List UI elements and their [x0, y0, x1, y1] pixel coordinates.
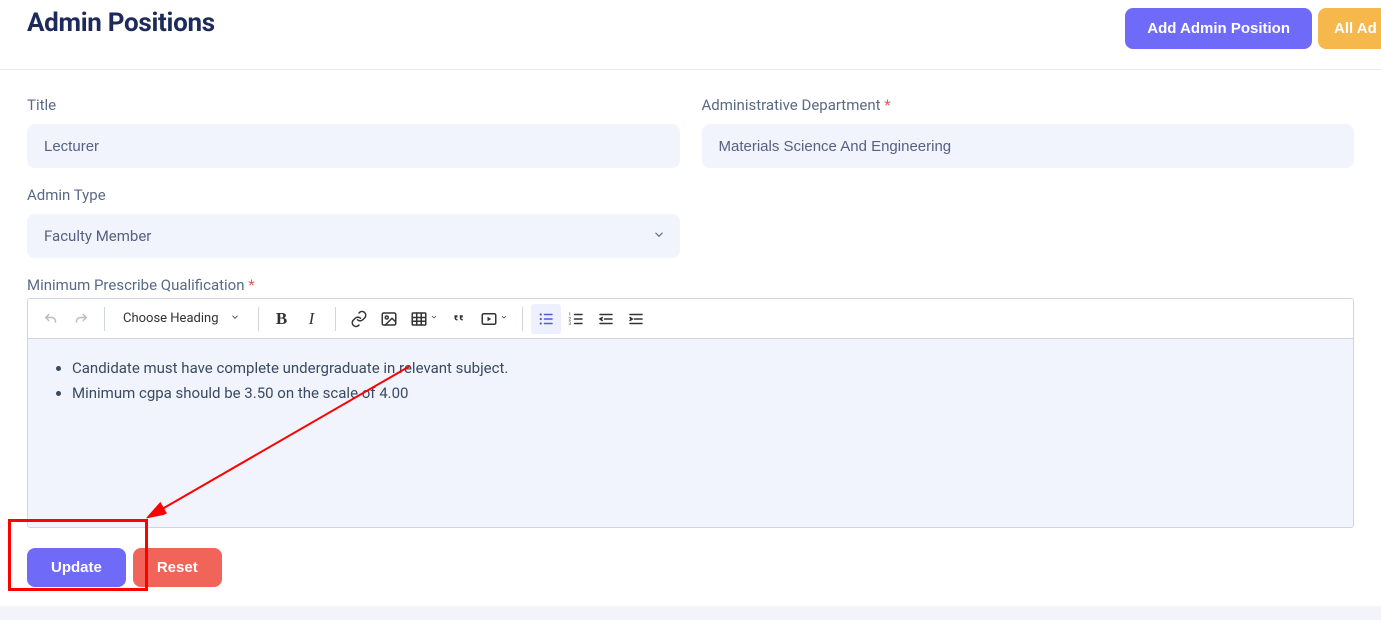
chevron-down-icon [500, 313, 508, 324]
footer-strip [0, 606, 1381, 620]
title-input[interactable] [27, 124, 680, 168]
admin-type-label: Admin Type [27, 186, 680, 204]
undo-button[interactable] [36, 304, 66, 334]
editor-content[interactable]: Candidate must have complete undergradua… [28, 339, 1353, 527]
link-button[interactable] [344, 304, 374, 334]
redo-button[interactable] [66, 304, 96, 334]
form-actions: Update Reset [27, 548, 1354, 587]
dept-label: Administrative Department * [702, 96, 1355, 114]
toolbar-separator [335, 307, 336, 331]
blockquote-button[interactable] [444, 304, 474, 334]
toolbar-separator [258, 307, 259, 331]
required-mark: * [248, 276, 254, 294]
toolbar-separator [104, 307, 105, 331]
bold-button[interactable]: B [267, 304, 297, 334]
toolbar-separator [522, 307, 523, 331]
admin-type-select[interactable]: Faculty Member [27, 214, 680, 258]
outdent-button[interactable] [591, 304, 621, 334]
media-button[interactable] [474, 304, 514, 334]
table-button[interactable] [404, 304, 444, 334]
title-group: Title [27, 96, 680, 168]
chevron-down-icon [430, 313, 438, 324]
italic-button[interactable]: I [297, 304, 327, 334]
form: Title Administrative Department * Admin … [0, 70, 1381, 611]
rich-text-editor: Choose Heading B I [27, 298, 1354, 528]
chevron-down-icon [230, 312, 240, 325]
bullet-list-button[interactable] [531, 304, 561, 334]
numbered-list-button[interactable]: 123 [561, 304, 591, 334]
indent-button[interactable] [621, 304, 651, 334]
qualification-group: Minimum Prescribe Qualification * Choose… [27, 276, 1354, 528]
list-item: Minimum cgpa should be 3.50 on the scale… [72, 382, 1335, 405]
svg-text:3: 3 [568, 321, 571, 327]
dept-group: Administrative Department * [702, 96, 1355, 168]
reset-button[interactable]: Reset [133, 548, 222, 587]
required-mark: * [884, 96, 890, 114]
page-header: Admin Positions Add Admin Position All A… [0, 0, 1381, 70]
qualification-label: Minimum Prescribe Qualification * [27, 276, 1354, 294]
all-admin-button[interactable]: All Ad [1318, 8, 1381, 49]
update-button[interactable]: Update [27, 548, 126, 587]
admin-type-group: Admin Type Faculty Member [27, 186, 680, 258]
list-item: Candidate must have complete undergradua… [72, 357, 1335, 380]
image-button[interactable] [374, 304, 404, 334]
heading-dropdown[interactable]: Choose Heading [113, 304, 250, 334]
page-title: Admin Positions [27, 8, 215, 38]
dept-input[interactable] [702, 124, 1355, 168]
title-label: Title [27, 96, 680, 114]
editor-toolbar: Choose Heading B I [28, 299, 1353, 339]
header-actions: Add Admin Position All Ad [1125, 8, 1381, 49]
add-admin-position-button[interactable]: Add Admin Position [1125, 8, 1312, 49]
